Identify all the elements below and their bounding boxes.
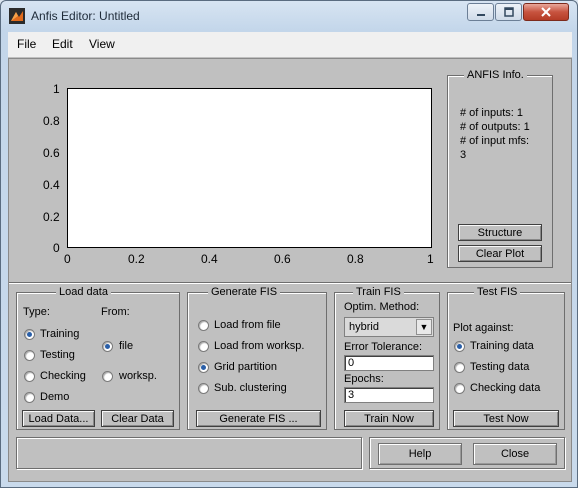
source-workspace-radio[interactable] [102,371,113,382]
x-tick-label: 0.8 [347,252,364,266]
panel-title: ANFIS Info. [464,69,527,81]
minimize-icon [476,14,485,16]
load-data-panel: Load data Type: From: Training Testing C… [16,286,180,430]
y-tick-label: 0.8 [43,114,60,128]
type-checking-label[interactable]: Checking [40,370,86,382]
test-checking-data-label[interactable]: Checking data [470,382,540,394]
anfis-info-panel: ANFIS Info. # of inputs: 1 # of outputs:… [447,69,553,268]
close-window-button[interactable] [523,3,569,21]
editor-client-area: 1 0.8 0.6 0.4 0.2 0 0 0.2 0.4 0.6 0.8 1 … [8,58,572,482]
error-tolerance-label: Error Tolerance: [344,341,423,353]
restore-icon [503,7,514,17]
panel-title: Generate FIS [208,286,281,298]
y-tick-label: 0.6 [43,146,60,160]
type-testing-label[interactable]: Testing [40,349,75,361]
panel-title: Load data [56,286,111,298]
maximize-button[interactable] [495,3,522,21]
from-label: From: [101,306,130,318]
inputs-count: # of inputs: 1 [460,107,523,119]
clear-plot-button[interactable]: Clear Plot [458,245,542,262]
panel-title: Train FIS [353,286,404,298]
load-from-file-radio[interactable] [198,320,209,331]
optim-method-value: hybrid [349,321,379,333]
chevron-down-icon[interactable]: ▼ [416,319,432,335]
sub-clustering-radio[interactable] [198,383,209,394]
sub-clustering-label[interactable]: Sub. clustering [214,382,287,394]
mfs-value: 3 [460,149,467,161]
minimize-button[interactable] [467,3,494,21]
grid-partition-label[interactable]: Grid partition [214,361,277,373]
section-divider [9,282,571,283]
menu-view[interactable]: View [89,37,115,51]
x-tick-label: 0.4 [201,252,218,266]
type-training-radio[interactable] [24,329,35,340]
epochs-input[interactable]: 3 [344,387,434,403]
menu-bar: File Edit View [8,32,572,58]
mfs-label: # of input mfs: [460,135,530,147]
generate-fis-button[interactable]: Generate FIS ... [196,410,321,427]
load-from-workspace-label[interactable]: Load from worksp. [214,340,304,352]
type-demo-label[interactable]: Demo [40,391,69,403]
epochs-label: Epochs: [344,373,384,385]
x-tick-label: 0.6 [274,252,291,266]
menu-edit[interactable]: Edit [52,37,73,51]
footer-buttons-box: Help Close [369,437,565,469]
test-testing-data-radio[interactable] [454,362,465,373]
source-file-label[interactable]: file [119,340,133,352]
close-icon [541,7,551,17]
menu-file[interactable]: File [17,37,36,51]
type-training-label[interactable]: Training [40,328,79,340]
help-button[interactable]: Help [378,443,462,465]
test-fis-panel: Test FIS Plot against: Training data Tes… [447,286,565,430]
y-tick-label: 0.4 [43,178,60,192]
type-testing-radio[interactable] [24,350,35,361]
x-tick-label: 0.2 [128,252,145,266]
optim-method-select[interactable]: hybrid ▼ [344,317,434,337]
test-testing-data-label[interactable]: Testing data [470,361,529,373]
panel-title: Test FIS [474,286,521,298]
source-file-radio[interactable] [102,341,113,352]
structure-button[interactable]: Structure [458,224,542,241]
y-tick-label: 1 [53,82,60,96]
error-tolerance-input[interactable]: 0 [344,355,434,371]
load-from-workspace-radio[interactable] [198,341,209,352]
source-workspace-label[interactable]: worksp. [119,370,157,382]
close-button[interactable]: Close [473,443,557,465]
title-bar: Anfis Editor: Untitled [1,1,577,31]
type-label: Type: [23,306,50,318]
app-window: Anfis Editor: Untitled File Edit View 1 … [0,0,578,488]
status-message-box [16,437,362,469]
window-title: Anfis Editor: Untitled [31,9,140,23]
plot-axes[interactable] [67,88,432,248]
plot-against-label: Plot against: [453,322,514,334]
generate-fis-panel: Generate FIS Load from file Load from wo… [187,286,327,430]
y-tick-label: 0.2 [43,210,60,224]
load-data-button[interactable]: Load Data... [22,410,95,427]
x-tick-label: 0 [64,252,71,266]
type-demo-radio[interactable] [24,392,35,403]
optim-method-label: Optim. Method: [344,301,420,313]
test-training-data-label[interactable]: Training data [470,340,534,352]
type-checking-radio[interactable] [24,371,35,382]
load-from-file-label[interactable]: Load from file [214,319,281,331]
test-now-button[interactable]: Test Now [453,410,559,427]
test-checking-data-radio[interactable] [454,383,465,394]
x-tick-label: 1 [427,252,434,266]
outputs-count: # of outputs: 1 [460,121,530,133]
test-training-data-radio[interactable] [454,341,465,352]
train-now-button[interactable]: Train Now [344,410,434,427]
grid-partition-radio[interactable] [198,362,209,373]
clear-data-button[interactable]: Clear Data [101,410,174,427]
y-tick-label: 0 [53,241,60,255]
matlab-icon [9,8,25,24]
train-fis-panel: Train FIS Optim. Method: hybrid ▼ Error … [334,286,440,430]
